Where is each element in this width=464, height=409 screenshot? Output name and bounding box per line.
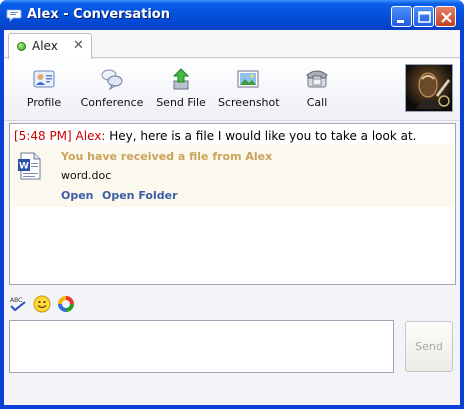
title-bar[interactable]: Alex - Conversation <box>0 0 464 30</box>
word-document-icon: W <box>18 152 41 180</box>
contact-avatar[interactable] <box>405 64 453 112</box>
profile-icon <box>33 70 55 88</box>
profile-label: Profile <box>26 96 62 109</box>
message-time: [5:48 PM] <box>14 129 72 143</box>
conversation-history[interactable]: [5:48 PM] Alex: Hey, here is a file I wo… <box>9 123 456 285</box>
message-sender: Alex: <box>75 129 106 143</box>
status-strip <box>4 379 460 405</box>
close-icon <box>441 12 452 23</box>
open-folder-link[interactable]: Open Folder <box>102 189 178 202</box>
send-file-button[interactable]: Send File <box>154 67 208 113</box>
window-title: Alex - Conversation <box>27 7 170 22</box>
screenshot-button[interactable]: Screenshot <box>218 67 280 113</box>
emoticon-icon[interactable] <box>33 295 51 313</box>
color-wheel-icon[interactable] <box>57 295 75 313</box>
call-label: Call <box>306 96 328 109</box>
tab-bar: Alex ✕ <box>4 30 460 59</box>
message-input[interactable] <box>9 320 394 373</box>
maximize-button[interactable] <box>413 6 434 27</box>
spell-check-icon[interactable]: ABC <box>9 295 27 313</box>
screenshot-icon <box>237 70 259 88</box>
avatar-image <box>416 72 450 109</box>
call-button[interactable]: Call <box>296 67 338 113</box>
conference-button[interactable]: Conference <box>80 67 144 113</box>
conference-icon <box>101 69 123 91</box>
tab-label: Alex <box>32 39 58 53</box>
input-toolbar: ABC <box>4 291 460 317</box>
tab-close-icon[interactable]: ✕ <box>73 38 84 53</box>
send-file-label: Send File <box>156 96 206 109</box>
svg-text:W: W <box>19 162 29 172</box>
online-status-icon <box>17 42 26 51</box>
send-file-icon <box>172 68 190 90</box>
chat-message: [5:48 PM] Alex: Hey, here is a file I wo… <box>14 129 416 143</box>
conversation-window: Alex - Conversation Alex ✕ Profile Confe… <box>0 0 464 409</box>
send-button[interactable]: Send <box>405 321 453 372</box>
conference-label: Conference <box>80 96 144 109</box>
minimize-button[interactable] <box>391 6 412 27</box>
file-received-heading: You have received a file from Alex <box>61 150 273 163</box>
file-transfer-notice: W You have received a file from Alex wor… <box>11 144 454 207</box>
open-file-link[interactable]: Open <box>61 189 94 202</box>
chat-bubble-icon <box>6 9 22 22</box>
call-icon <box>306 70 328 88</box>
close-window-button[interactable] <box>435 6 456 27</box>
svg-text:ABC: ABC <box>10 297 22 304</box>
minimize-icon <box>397 20 404 23</box>
screenshot-label: Screenshot <box>218 96 280 109</box>
message-text: Hey, here is a file I would like you to … <box>109 129 417 143</box>
file-name: word.doc <box>61 169 112 182</box>
window-client-area: Alex ✕ Profile Conference Send File Scre… <box>4 30 460 405</box>
toolbar: Profile Conference Send File Screenshot … <box>4 59 460 121</box>
maximize-icon <box>418 11 431 23</box>
profile-button[interactable]: Profile <box>20 67 68 113</box>
tab-alex[interactable]: Alex ✕ <box>8 33 92 59</box>
